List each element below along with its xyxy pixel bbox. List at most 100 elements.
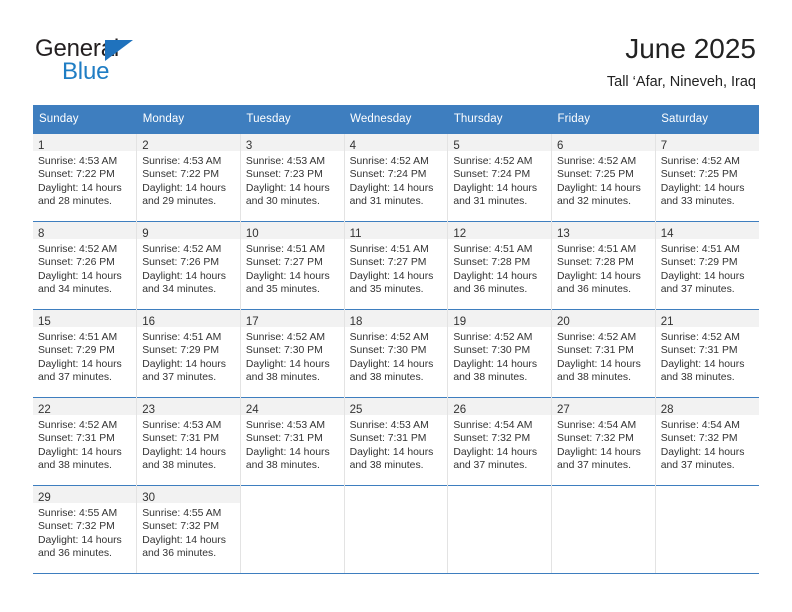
sunset-text: Sunset: 7:32 PM [453,433,531,445]
calendar-day-cell-empty [239,485,345,574]
day-details: Sunrise: 4:52 AM Sunset: 7:25 PM Daylight:… [656,151,759,208]
day-details: Sunrise: 4:55 AM Sunset: 7:32 PM Daylight:… [33,503,136,560]
calendar-day-cell[interactable]: 29 Sunrise: 4:55 AM Sunset: 7:32 PM Dayligh… [33,485,137,574]
sunset-text: Sunset: 7:28 PM [557,257,634,269]
sunrise-text: Sunrise: 4:51 AM [453,244,533,255]
calendar-day-cell[interactable]: 22 Sunrise: 4:52 AM Sunset: 7:31 PM Dayligh… [33,397,137,486]
calendar-day-cell[interactable]: 16 Sunrise: 4:51 AM Sunset: 7:29 PM Dayligh… [136,309,241,398]
calendar-day-cell[interactable]: 12 Sunrise: 4:51 AM Sunset: 7:28 PM Dayligh… [447,221,552,310]
day-details: Sunrise: 4:52 AM Sunset: 7:26 PM Daylight:… [137,239,240,296]
day-number-band: 27 [552,398,655,416]
calendar-day-cell[interactable]: 9 Sunrise: 4:52 AM Sunset: 7:26 PM Daylight… [136,221,241,310]
daylight-text-line2: and 28 minutes. [38,195,112,207]
calendar-page: General Blue June 2025 Tall ‘Afar, Ninev… [0,0,792,612]
day-details: Sunrise: 4:52 AM Sunset: 7:26 PM Daylight:… [33,239,136,296]
location-subtitle: Tall ‘Afar, Nineveh, Iraq [606,74,756,90]
calendar-day-cell[interactable]: 11 Sunrise: 4:51 AM Sunset: 7:27 PM Dayligh… [343,221,448,310]
calendar-day-cell[interactable]: 6 Sunrise: 4:52 AM Sunset: 7:25 PM Daylight… [551,133,656,222]
sunrise-text: Sunrise: 4:52 AM [349,332,429,343]
day-details: Sunrise: 4:53 AM Sunset: 7:22 PM Daylight:… [33,151,136,208]
weekday-header-friday: Friday [551,105,656,134]
daylight-text-line1: Daylight: 14 hours [38,182,122,194]
day-details: Sunrise: 4:54 AM Sunset: 7:32 PM Daylight:… [552,415,655,472]
sunrise-text: Sunrise: 4:52 AM [142,244,222,255]
day-number-band: 16 [137,310,240,328]
calendar-day-cell[interactable]: 13 Sunrise: 4:51 AM Sunset: 7:28 PM Dayligh… [551,221,656,310]
calendar-day-cell[interactable]: 7 Sunrise: 4:52 AM Sunset: 7:25 PM Daylight… [654,133,759,222]
calendar-day-cell[interactable]: 2 Sunrise: 4:53 AM Sunset: 7:22 PM Daylight… [136,133,241,222]
calendar-day-cell[interactable]: 5 Sunrise: 4:52 AM Sunset: 7:24 PM Daylight… [447,133,552,222]
calendar-day-cell[interactable]: 15 Sunrise: 4:51 AM Sunset: 7:29 PM Dayligh… [33,309,137,398]
calendar-day-cell[interactable]: 24 Sunrise: 4:53 AM Sunset: 7:31 PM Dayligh… [239,397,345,486]
day-details [345,503,448,507]
daylight-text-line1: Daylight: 14 hours [142,446,226,458]
weekday-header-thursday: Thursday [447,105,552,134]
sunrise-text: Sunrise: 4:54 AM [453,420,533,431]
calendar-week-row: 22 Sunrise: 4:52 AM Sunset: 7:31 PM Dayligh… [33,397,759,486]
daylight-text-line1: Daylight: 14 hours [142,358,226,370]
calendar-day-cell[interactable]: 17 Sunrise: 4:52 AM Sunset: 7:30 PM Dayligh… [239,309,345,398]
sunrise-text: Sunrise: 4:52 AM [349,156,429,167]
day-number: 21 [660,316,674,328]
day-details: Sunrise: 4:51 AM Sunset: 7:29 PM Daylight:… [656,239,759,296]
sunrise-text: Sunrise: 4:51 AM [38,332,118,343]
calendar-header-row: Sunday Monday Tuesday Wednesday Thursday… [33,105,759,134]
calendar-day-cell[interactable]: 23 Sunrise: 4:53 AM Sunset: 7:31 PM Dayligh… [136,397,241,486]
calendar-day-cell-empty [654,485,759,574]
sunset-text: Sunset: 7:26 PM [142,257,220,269]
calendar-day-cell[interactable]: 4 Sunrise: 4:52 AM Sunset: 7:24 PM Daylight… [343,133,448,222]
sunrise-text: Sunrise: 4:55 AM [38,508,118,519]
day-number: 7 [660,140,668,152]
daylight-text-line2: and 37 minutes. [142,371,217,383]
sunrise-text: Sunrise: 4:52 AM [38,420,118,431]
calendar-day-cell[interactable]: 18 Sunrise: 4:52 AM Sunset: 7:30 PM Dayligh… [343,309,448,398]
calendar-day-cell[interactable]: 10 Sunrise: 4:51 AM Sunset: 7:27 PM Dayligh… [239,221,345,310]
calendar-day-cell[interactable]: 27 Sunrise: 4:54 AM Sunset: 7:32 PM Dayligh… [551,397,656,486]
sunrise-text: Sunrise: 4:52 AM [557,332,637,343]
day-number-band: 24 [240,398,344,416]
title-block: June 2025 Tall ‘Afar, Nineveh, Iraq [607,32,756,92]
daylight-text-line2: and 36 minutes. [453,283,528,295]
day-number-band: 7 [655,134,759,152]
day-number-band: 19 [448,310,552,328]
general-blue-logo[interactable]: General Blue [35,36,265,88]
sunrise-text: Sunrise: 4:53 AM [349,420,429,431]
calendar-day-cell[interactable]: 25 Sunrise: 4:53 AM Sunset: 7:31 PM Dayligh… [343,397,448,486]
sunrise-text: Sunrise: 4:52 AM [245,332,326,343]
sunrise-text: Sunrise: 4:54 AM [557,420,637,431]
day-number-band: 25 [344,398,448,416]
calendar-day-cell-empty [343,485,448,574]
calendar-day-cell[interactable]: 3 Sunrise: 4:53 AM Sunset: 7:23 PM Daylight… [239,133,345,222]
calendar-day-cell[interactable]: 30 Sunrise: 4:55 AM Sunset: 7:32 PM Dayligh… [136,485,241,574]
daylight-text-line2: and 38 minutes. [142,459,217,471]
calendar-day-cell[interactable]: 1 Sunrise: 4:53 AM Sunset: 7:22 PM Daylight… [33,133,137,222]
calendar-day-cell[interactable]: 20 Sunrise: 4:52 AM Sunset: 7:31 PM Dayligh… [551,309,656,398]
calendar-day-cell[interactable]: 8 Sunrise: 4:52 AM Sunset: 7:26 PM Daylight… [33,221,137,310]
weekday-header-wednesday: Wednesday [344,105,448,134]
calendar-day-cell[interactable]: 21 Sunrise: 4:52 AM Sunset: 7:31 PM Dayligh… [654,309,759,398]
sunrise-text: Sunrise: 4:52 AM [453,332,533,343]
weekday-header-saturday: Saturday [655,105,759,134]
day-details: Sunrise: 4:52 AM Sunset: 7:30 PM Daylight:… [345,327,448,384]
calendar-day-cell[interactable]: 28 Sunrise: 4:54 AM Sunset: 7:32 PM Dayligh… [654,397,759,486]
day-details: Sunrise: 4:52 AM Sunset: 7:25 PM Daylight:… [552,151,655,208]
daylight-text-line2: and 38 minutes. [245,371,320,383]
calendar-body: 1 Sunrise: 4:53 AM Sunset: 7:22 PM Daylight… [33,133,759,574]
calendar-day-cell[interactable]: 19 Sunrise: 4:52 AM Sunset: 7:30 PM Dayligh… [447,309,552,398]
daylight-text-line1: Daylight: 14 hours [349,182,434,194]
day-details: Sunrise: 4:53 AM Sunset: 7:31 PM Daylight:… [241,415,344,472]
day-number: 9 [142,228,149,240]
day-number-band [655,486,759,503]
calendar-day-cell[interactable]: 26 Sunrise: 4:54 AM Sunset: 7:32 PM Dayligh… [447,397,552,486]
sunset-text: Sunset: 7:31 PM [142,433,220,445]
daylight-text-line2: and 31 minutes. [453,195,528,207]
calendar-day-cell[interactable]: 14 Sunrise: 4:51 AM Sunset: 7:29 PM Dayligh… [654,221,759,310]
sunrise-text: Sunrise: 4:52 AM [557,156,637,167]
day-number-band: 3 [240,134,344,152]
day-number: 17 [245,316,259,328]
daylight-text-line1: Daylight: 14 hours [38,270,122,282]
calendar-week-row: 1 Sunrise: 4:53 AM Sunset: 7:22 PM Daylight… [33,133,759,222]
day-number: 19 [453,316,467,328]
daylight-text-line2: and 36 minutes. [142,547,217,559]
calendar-week-row: 29 Sunrise: 4:55 AM Sunset: 7:32 PM Dayligh… [33,485,759,574]
